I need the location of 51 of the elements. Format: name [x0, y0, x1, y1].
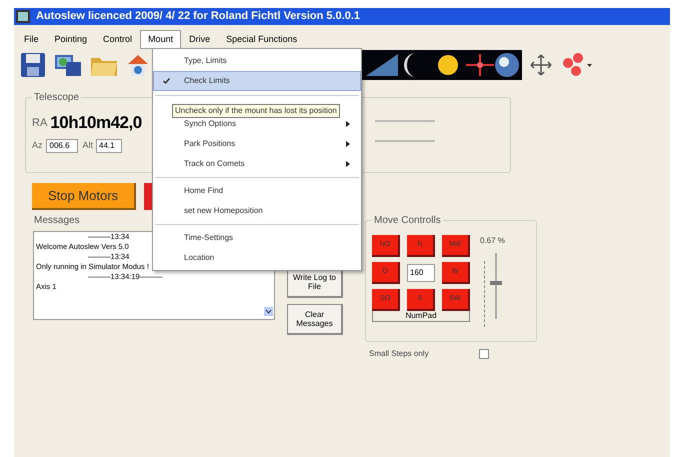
- menu-entry[interactable]: Home Find: [153, 181, 361, 201]
- scroll-down-icon[interactable]: [264, 307, 273, 316]
- check-icon: [163, 78, 170, 84]
- ra-label: RA: [32, 116, 48, 130]
- alt-field[interactable]: 44.1: [96, 138, 122, 152]
- menu-entry-label: Home Find: [184, 185, 224, 197]
- numpad-label: NumPad: [372, 311, 470, 322]
- menu-entry[interactable]: Track on Comets: [153, 154, 361, 174]
- small-steps-checkbox[interactable]: [478, 349, 489, 359]
- menu-entry-label: Synch Options: [184, 118, 238, 130]
- alt-label: Alt: [82, 138, 94, 152]
- tooltip: Uncheck only if the mount has lost its position: [172, 104, 340, 118]
- menu-entry-label: Check Limits: [184, 75, 231, 87]
- submenu-arrow-icon: [346, 161, 350, 167]
- computer-icon[interactable]: [54, 52, 82, 78]
- menu-item[interactable]: Special Functions: [218, 30, 306, 50]
- move-cross-icon[interactable]: [530, 54, 552, 76]
- menu-entry[interactable]: set new Homeposition: [153, 201, 361, 221]
- menu-entry[interactable]: Park Positions: [153, 134, 361, 154]
- sky-objects-icon[interactable]: [362, 50, 522, 80]
- window-title: Autoslew licenced 2009/ 4/ 22 for Roland Fichtl Version 5.0.0.1: [36, 9, 360, 24]
- menu-entry-label: Type, Limits: [184, 55, 228, 67]
- ra-value: 10h10m42,0: [50, 112, 142, 134]
- menu-entry-label: set new Homeposition: [184, 205, 264, 217]
- menu-entry-label: Time-Settings: [184, 232, 234, 244]
- menu-item[interactable]: Drive: [181, 30, 218, 50]
- az-field[interactable]: 006.6: [46, 138, 78, 152]
- menu-item[interactable]: Control: [95, 30, 140, 50]
- group-title: Telescope: [32, 90, 82, 105]
- menu-entry-label: Track on Comets: [184, 158, 246, 170]
- menu-entry[interactable]: Check Limits: [153, 71, 361, 91]
- menu-entry-label: Location: [184, 252, 216, 264]
- menu-entry[interactable]: Type, Limits: [153, 51, 361, 71]
- slider-thumb[interactable]: [490, 280, 502, 285]
- house-icon[interactable]: [126, 52, 150, 78]
- menu-item[interactable]: File: [16, 30, 47, 50]
- submenu-arrow-icon: [346, 141, 350, 147]
- menu-item[interactable]: Pointing: [46, 30, 96, 50]
- az-label: Az: [32, 138, 43, 152]
- menu-entry-label: Park Positions: [184, 138, 236, 150]
- log-button[interactable]: Clear Messages: [287, 304, 343, 335]
- group-title: Messages: [32, 213, 82, 228]
- app-icon: [16, 10, 30, 23]
- stop-motors-button[interactable]: Stop Motors: [32, 183, 136, 210]
- menu-item[interactable]: Mount: [140, 30, 182, 50]
- step-field[interactable]: 160: [407, 264, 435, 282]
- dots-icon[interactable]: [560, 53, 594, 77]
- submenu-arrow-icon: [346, 121, 350, 127]
- slider-track[interactable]: [492, 253, 500, 319]
- speed-value: 0.67 %: [480, 235, 505, 247]
- small-steps-label: Small Steps only: [369, 348, 429, 360]
